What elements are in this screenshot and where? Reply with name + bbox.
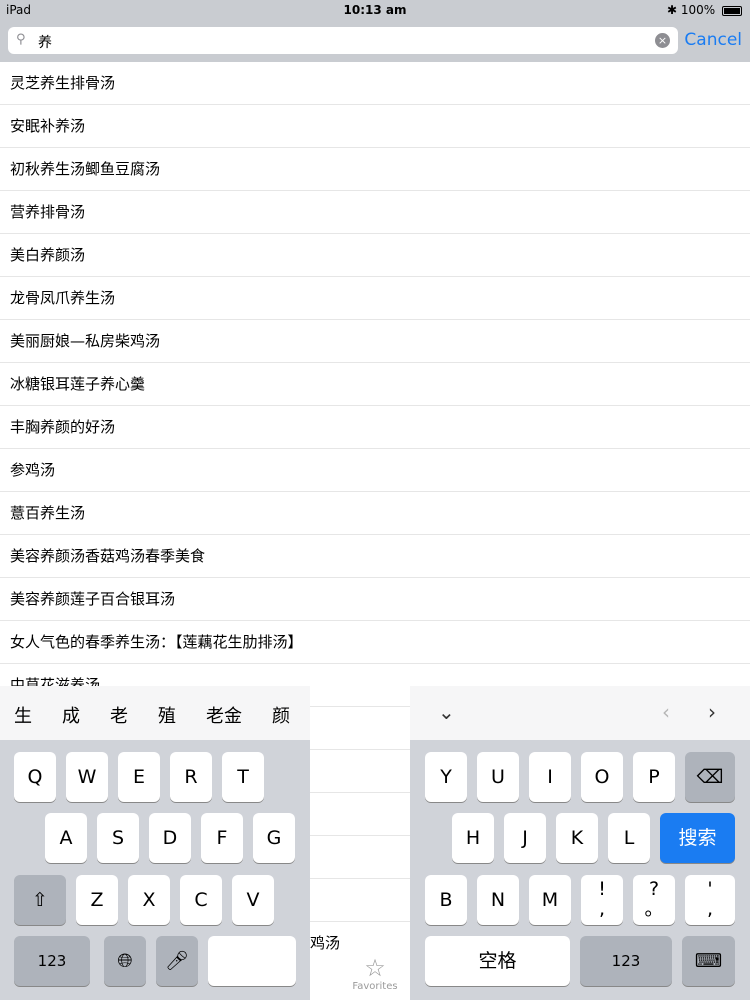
- keyboard-icon: ⌨: [694, 950, 723, 972]
- candidate-controls: ⌄ ‹ ›: [410, 686, 750, 740]
- list-item[interactable]: 参鸡汤: [0, 449, 750, 492]
- list-item[interactable]: 冰糖银耳莲子养心羹: [0, 363, 750, 406]
- chevron-right-icon[interactable]: ›: [708, 700, 716, 724]
- backspace-icon: ⌫: [696, 766, 724, 788]
- clear-icon[interactable]: ×: [655, 33, 670, 48]
- space-key-left[interactable]: [208, 936, 296, 986]
- key-b[interactable]: B: [425, 875, 467, 925]
- list-item[interactable]: 女人气色的春季养生汤：【莲藕花生肋排汤】: [0, 621, 750, 664]
- list-item[interactable]: 美丽厨娘—私房柴鸡汤: [0, 320, 750, 363]
- results-list: 灵芝养生排骨汤 安眠补养汤 初秋养生汤鲫鱼豆腐汤 营养排骨汤 美白养颜汤 龙骨凤…: [0, 62, 750, 707]
- key-a[interactable]: A: [45, 813, 87, 863]
- battery-status: ✱ 100%: [667, 3, 742, 17]
- list-item[interactable]: 美容养颜汤香菇鸡汤春季美食: [0, 535, 750, 578]
- key-e[interactable]: E: [118, 752, 160, 802]
- candidate[interactable]: 颜: [272, 702, 290, 728]
- key-f[interactable]: F: [201, 813, 243, 863]
- backspace-key[interactable]: ⌫: [685, 752, 735, 802]
- key-g[interactable]: G: [253, 813, 295, 863]
- key-apostrophe[interactable]: ' ,: [685, 875, 735, 925]
- key-y[interactable]: Y: [425, 752, 467, 802]
- candidate[interactable]: 老: [110, 702, 128, 728]
- key-d[interactable]: D: [149, 813, 191, 863]
- key-m[interactable]: M: [529, 875, 571, 925]
- search-bar: ⚲ 养 × Cancel: [0, 20, 750, 62]
- tab-favorites-label: Favorites: [352, 981, 398, 992]
- expand-candidates-icon[interactable]: ⌄: [438, 700, 455, 724]
- space-key[interactable]: 空格: [425, 936, 570, 986]
- key-j[interactable]: J: [504, 813, 546, 863]
- candidate[interactable]: 老金: [206, 702, 242, 728]
- list-item[interactable]: 初秋养生汤鲫鱼豆腐汤: [0, 148, 750, 191]
- clock: 10:13 am: [343, 3, 407, 17]
- keyboard-left-half: 生 成 老 殖 老金 颜 Q W E R T A S D F G ⇧ Z X C…: [0, 686, 310, 1000]
- key-question[interactable]: ? 。: [633, 875, 675, 925]
- list-item[interactable]: 灵芝养生排骨汤: [0, 62, 750, 105]
- tab-favorites[interactable]: ☆ Favorites: [345, 955, 405, 992]
- list-item[interactable]: 美容养颜莲子百合银耳汤: [0, 578, 750, 621]
- row-divider: [310, 792, 410, 793]
- candidate-bar: 生 成 老 殖 老金 颜: [0, 686, 310, 740]
- dictation-key[interactable]: 🎤︎: [156, 936, 198, 986]
- numbers-key[interactable]: 123: [14, 936, 90, 986]
- key-l[interactable]: L: [608, 813, 650, 863]
- list-item[interactable]: 美白养颜汤: [0, 234, 750, 277]
- key-n[interactable]: N: [477, 875, 519, 925]
- dismiss-keyboard-key[interactable]: ⌨: [682, 936, 735, 986]
- key-q[interactable]: Q: [14, 752, 56, 802]
- key-u[interactable]: U: [477, 752, 519, 802]
- candidate[interactable]: 生: [14, 702, 32, 728]
- battery-icon: [722, 5, 742, 16]
- search-query[interactable]: 养: [38, 32, 52, 52]
- microphone-icon: 🎤︎: [164, 950, 190, 972]
- row-divider: [310, 921, 410, 922]
- key-i[interactable]: I: [529, 752, 571, 802]
- key-r[interactable]: R: [170, 752, 212, 802]
- battery-percent: 100%: [680, 3, 716, 17]
- key-p[interactable]: P: [633, 752, 675, 802]
- globe-icon: 🌐︎: [117, 950, 133, 972]
- key-v[interactable]: V: [232, 875, 274, 925]
- candidate[interactable]: 殖: [158, 702, 176, 728]
- row-divider: [310, 878, 410, 879]
- shift-icon: ⇧: [32, 889, 48, 911]
- key-t[interactable]: T: [222, 752, 264, 802]
- key-w[interactable]: W: [66, 752, 108, 802]
- keyboard-right-half: ⌄ ‹ › Y U I O P ⌫ H J K L 搜索 B N M ! , ?…: [410, 686, 750, 1000]
- key-o[interactable]: O: [581, 752, 623, 802]
- search-key[interactable]: 搜索: [660, 813, 735, 863]
- key-k[interactable]: K: [556, 813, 598, 863]
- row-divider: [310, 749, 410, 750]
- status-bar: iPad 10:13 am ✱ 100%: [0, 0, 750, 20]
- shift-key[interactable]: ⇧: [14, 875, 66, 925]
- key-h[interactable]: H: [452, 813, 494, 863]
- list-item-partial[interactable]: 鸡汤: [310, 932, 340, 953]
- row-divider: [310, 835, 410, 836]
- star-icon: ☆: [364, 954, 386, 982]
- list-item[interactable]: 薏百养生汤: [0, 492, 750, 535]
- bluetooth-icon: ✱: [666, 3, 678, 17]
- key-exclamation[interactable]: ! ,: [581, 875, 623, 925]
- chevron-left-icon[interactable]: ‹: [662, 700, 670, 724]
- key-x[interactable]: X: [128, 875, 170, 925]
- key-s[interactable]: S: [97, 813, 139, 863]
- row-divider: [310, 706, 410, 707]
- list-item[interactable]: 龙骨凤爪养生汤: [0, 277, 750, 320]
- search-icon: ⚲: [16, 32, 26, 47]
- list-item[interactable]: 安眠补养汤: [0, 105, 750, 148]
- globe-key[interactable]: 🌐︎: [104, 936, 146, 986]
- list-item[interactable]: 丰胸养颜的好汤: [0, 406, 750, 449]
- cancel-button[interactable]: Cancel: [684, 30, 742, 50]
- candidate[interactable]: 成: [62, 702, 80, 728]
- key-z[interactable]: Z: [76, 875, 118, 925]
- search-input[interactable]: ⚲ 养 ×: [8, 27, 678, 54]
- list-item[interactable]: 营养排骨汤: [0, 191, 750, 234]
- numbers-key-right[interactable]: 123: [580, 936, 672, 986]
- key-c[interactable]: C: [180, 875, 222, 925]
